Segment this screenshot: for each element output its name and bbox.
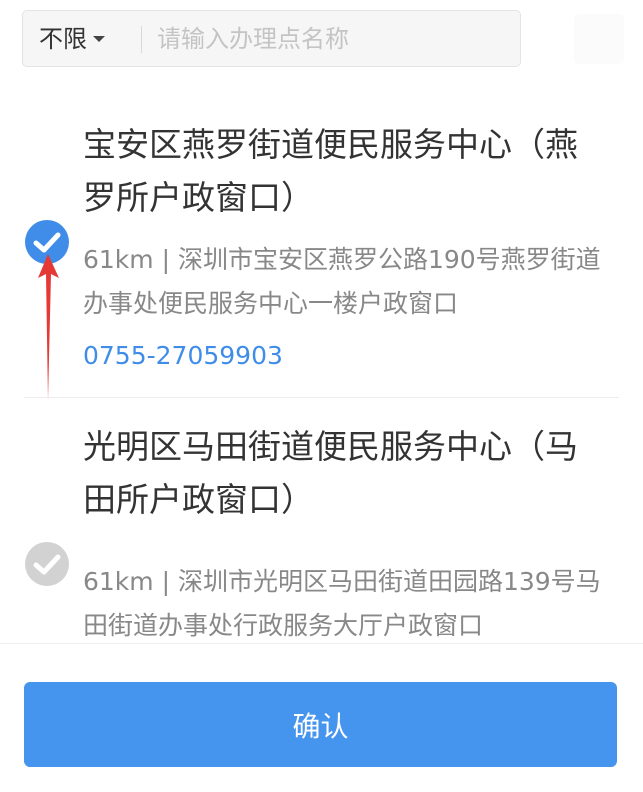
office-distance-address: 61km | 深圳市宝安区燕罗公路190号燕罗街道办事处便民服务中心一楼户政窗口 <box>83 245 601 318</box>
list-divider <box>24 397 619 398</box>
search-side-button[interactable] <box>574 14 624 64</box>
footer-bar: 确认 <box>0 643 643 792</box>
unchecked-circle-icon[interactable] <box>25 542 69 586</box>
caret-down-icon <box>93 35 105 42</box>
office-name: 宝安区燕罗街道便民服务中心（燕罗所户政窗口） <box>83 125 578 217</box>
office-name-search-input[interactable] <box>157 21 507 57</box>
confirm-button[interactable]: 确认 <box>24 682 617 767</box>
office-list-item[interactable]: 光明区马田街道便民服务中心（马田所户政窗口） 61km | 深圳市光明区马田街道… <box>0 420 643 652</box>
office-phone-link[interactable]: 0755-27059903 <box>83 340 283 372</box>
office-name: 光明区马田街道便民服务中心（马田所户政窗口） <box>83 427 578 519</box>
district-filter-label: 不限 <box>39 24 87 53</box>
annotation-arrow-icon <box>38 254 59 400</box>
search-divider <box>141 26 142 53</box>
office-picker-page: 不限 宝安区燕罗街道便民服务中心（燕罗所户政窗口） 61km | 深圳市宝安区燕… <box>0 0 643 792</box>
district-filter-dropdown[interactable]: 不限 <box>39 11 105 66</box>
office-distance-address: 61km | 深圳市光明区马田街道田园路139号马田街道办事处行政服务大厅户政窗… <box>83 567 601 640</box>
office-list-item[interactable]: 宝安区燕罗街道便民服务中心（燕罗所户政窗口） 61km | 深圳市宝安区燕罗公路… <box>0 118 643 398</box>
search-bar: 不限 <box>22 10 521 67</box>
